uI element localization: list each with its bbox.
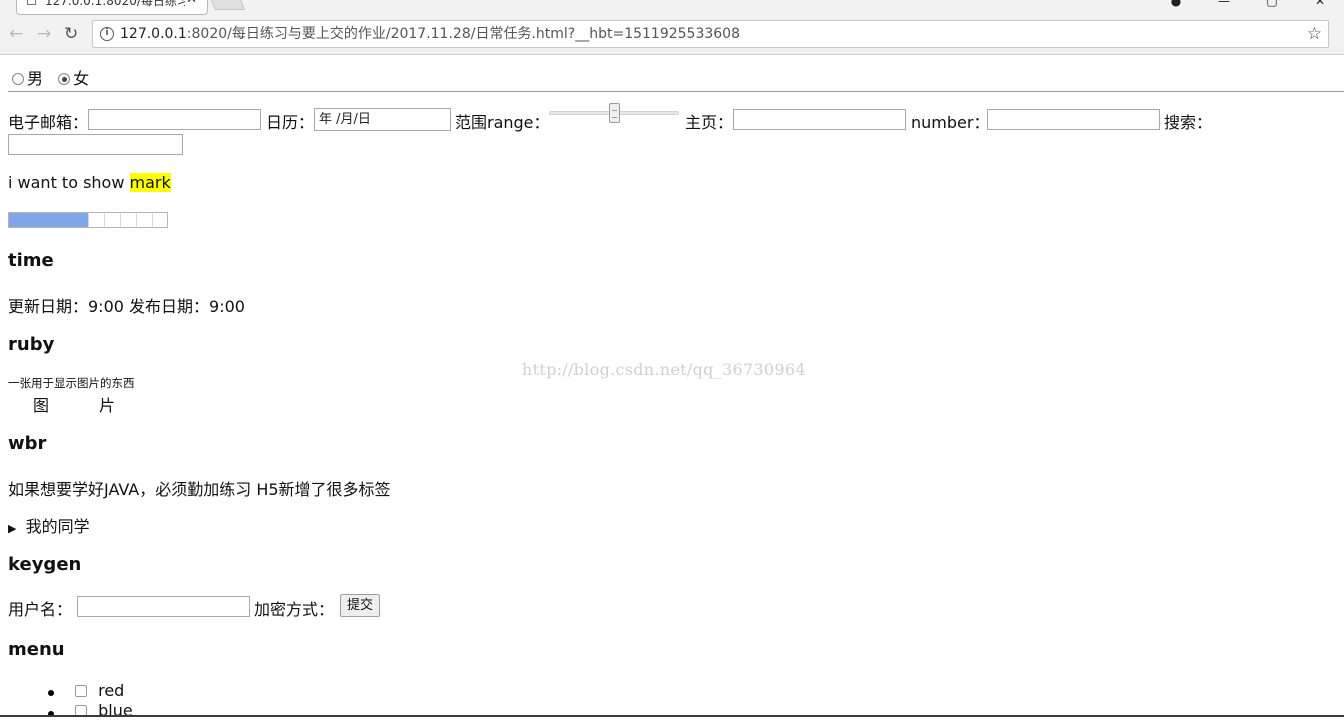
close-window-button[interactable]: ✕ bbox=[1296, 0, 1344, 10]
email-label: 电子邮箱： bbox=[8, 113, 89, 132]
menu-heading: menu bbox=[8, 639, 65, 660]
time-heading: time bbox=[8, 250, 54, 271]
reload-icon[interactable]: ↻ bbox=[64, 24, 78, 44]
time-text: 更新日期：9:00 发布日期：9:00 bbox=[8, 297, 245, 316]
progress-bar bbox=[8, 212, 168, 228]
number-label: number： bbox=[911, 113, 990, 132]
url-path: :8020/每日练习与要上交的作业/2017.11.28/日常任务.html?_… bbox=[186, 26, 740, 42]
email-field[interactable] bbox=[88, 109, 261, 130]
ruby-heading: ruby bbox=[8, 334, 55, 355]
mark-prefix: i want to show bbox=[8, 173, 130, 192]
tab-title: 127.0.0.1:8020/每日练习 bbox=[45, 0, 185, 8]
browser-tab[interactable]: 127.0.0.1:8020/每日练习 ✕ bbox=[16, 0, 208, 15]
range-slider-thumb[interactable] bbox=[608, 103, 620, 123]
back-arrow-icon[interactable]: ← bbox=[9, 24, 23, 44]
mark-paragraph: i want to show mark bbox=[8, 173, 171, 192]
maximize-button[interactable]: ▢ bbox=[1248, 0, 1296, 10]
site-info-icon[interactable]: i bbox=[100, 27, 114, 41]
ruby-base-1: 图 bbox=[33, 396, 50, 415]
highlighted-mark: mark bbox=[129, 173, 171, 192]
list-bullet bbox=[48, 690, 54, 696]
address-bar[interactable]: i 127.0.0.1:8020/每日练习与要上交的作业/2017.11.28/… bbox=[92, 20, 1329, 48]
new-tab-button[interactable] bbox=[209, 0, 245, 10]
gender-radio-group: 男 女 bbox=[12, 65, 89, 89]
menu-item-red[interactable]: red bbox=[75, 681, 124, 700]
window-controls: ● — ▢ ✕ bbox=[1152, 0, 1344, 10]
menu-item-label: red bbox=[98, 681, 125, 700]
username-label: 用户名： bbox=[8, 600, 73, 619]
details-summary[interactable]: ▶ 我的同学 bbox=[8, 513, 90, 537]
range-label: 范围range： bbox=[455, 113, 550, 132]
female-label: 女 bbox=[73, 69, 90, 88]
red-checkbox[interactable] bbox=[75, 685, 87, 697]
menu-item-blue[interactable]: blue bbox=[75, 701, 133, 720]
profile-icon[interactable]: ● bbox=[1152, 0, 1200, 10]
submit-button[interactable]: 提交 bbox=[340, 594, 381, 617]
wbr-heading: wbr bbox=[8, 433, 47, 454]
document-icon bbox=[27, 0, 36, 5]
watermark: http://blog.csdn.net/qq_36730964 bbox=[522, 360, 806, 379]
encrypt-label: 加密方式： bbox=[254, 600, 335, 619]
disclosure-triangle-icon: ▶ bbox=[8, 522, 17, 535]
menu-item-label: blue bbox=[98, 701, 133, 720]
username-field[interactable] bbox=[77, 596, 250, 617]
search-input[interactable] bbox=[8, 134, 183, 155]
keygen-heading: keygen bbox=[8, 554, 82, 575]
wbr-text: 如果想要学好JAVA，必须勤加练习 H5新增了很多标签 bbox=[8, 480, 391, 499]
search-label: 搜索： bbox=[1164, 113, 1213, 132]
details-summary-label: 我的同学 bbox=[25, 517, 90, 536]
date-input[interactable]: 年 /月/日 bbox=[314, 108, 451, 131]
bookmark-star-icon[interactable]: ☆ bbox=[1307, 21, 1322, 47]
url-host: 127.0.0.1 bbox=[120, 26, 187, 42]
male-label: 男 bbox=[27, 69, 44, 88]
male-radio[interactable] bbox=[12, 73, 24, 85]
number-field[interactable] bbox=[987, 109, 1160, 130]
browser-toolbar: ← → ↻ i 127.0.0.1:8020/每日练习与要上交的作业/2017.… bbox=[0, 15, 1344, 55]
homepage-label: 主页： bbox=[685, 113, 734, 132]
progress-fill bbox=[9, 213, 88, 227]
tab-close-icon[interactable]: ✕ bbox=[186, 0, 197, 7]
ruby-annotation: 一张用于显示图片的东西 bbox=[8, 376, 135, 390]
homepage-url-field[interactable] bbox=[733, 109, 906, 130]
minimize-button[interactable]: — bbox=[1200, 0, 1248, 10]
url-text: 127.0.0.1:8020/每日练习与要上交的作业/2017.11.28/日常… bbox=[120, 21, 740, 47]
date-label: 日历： bbox=[266, 113, 315, 132]
divider bbox=[8, 91, 1344, 92]
female-radio[interactable] bbox=[58, 73, 71, 85]
tab-strip: 127.0.0.1:8020/每日练习 ✕ ● — ▢ ✕ bbox=[0, 0, 1344, 15]
forward-arrow-icon[interactable]: → bbox=[37, 24, 51, 44]
ruby-base-2: 片 bbox=[99, 396, 116, 415]
